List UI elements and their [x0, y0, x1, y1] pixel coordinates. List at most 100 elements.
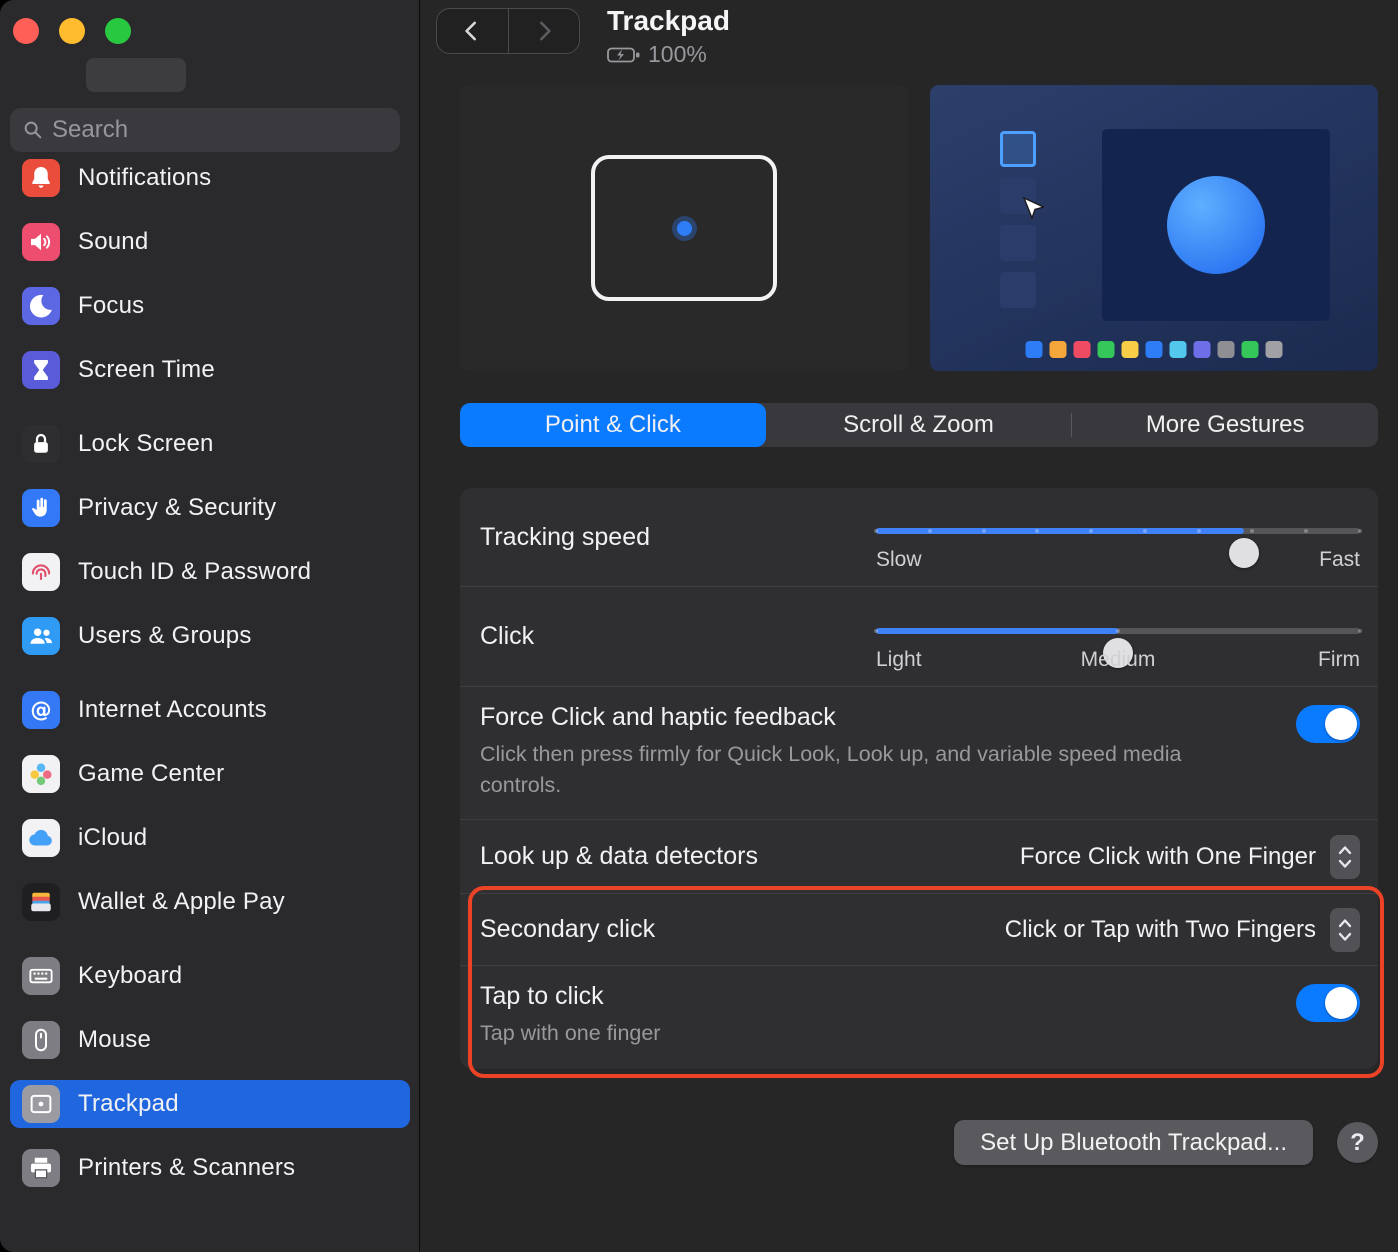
dock-app-dot — [1073, 341, 1091, 358]
svg-text:@: @ — [30, 698, 51, 723]
hand-icon — [22, 489, 60, 527]
tracking-speed-slider[interactable]: Slow Fast — [874, 506, 1362, 571]
chevron-up-down-icon — [1330, 907, 1360, 952]
sidebar-item-lock-screen[interactable]: Lock Screen — [10, 420, 410, 468]
touch-point-dot — [676, 220, 692, 236]
tab-scroll-zoom[interactable]: Scroll & Zoom — [766, 403, 1072, 447]
lock-icon — [22, 425, 60, 463]
trackpad-preview — [460, 85, 908, 371]
sidebar-item-label: iCloud — [78, 824, 148, 851]
battery-icon — [607, 47, 640, 62]
click-firmness-slider[interactable]: Light Medium Firm — [874, 606, 1362, 671]
sidebar-item-label: Touch ID & Password — [78, 558, 312, 585]
screen-content-panel — [1102, 129, 1330, 321]
look-up-row: Look up & data detectors Force Click wit… — [460, 819, 1378, 893]
dock-preview — [1025, 341, 1283, 358]
sidebar-item-label: Users & Groups — [78, 622, 252, 649]
zoom-window-button[interactable] — [105, 18, 131, 44]
toggle-knob — [1325, 708, 1357, 740]
sidebar-item-label: Keyboard — [78, 962, 183, 989]
gamecenter-icon — [22, 755, 60, 793]
click-firmness-row: Click Light Medium Firm — [460, 586, 1378, 686]
sidebar-groups: Notifications Sound Focus Screen Time Lock S… — [10, 154, 410, 1218]
sidebar-item-users-groups[interactable]: Users & Groups — [10, 612, 410, 660]
sidebar-item-label: Focus — [78, 292, 145, 319]
tap-to-click-row: Tap to click Tap with one finger — [460, 965, 1378, 1069]
search-field[interactable] — [10, 108, 400, 152]
dock-app-dot — [1049, 341, 1067, 358]
slider-tick — [1196, 529, 1201, 533]
force-click-description: Click then press firmly for Quick Look, … — [480, 742, 1182, 798]
sidebar-item-label: Trackpad — [78, 1090, 179, 1117]
sidebar-item-label: Privacy & Security — [78, 494, 277, 521]
sidebar-item-internet-accounts[interactable]: @ Internet Accounts — [10, 686, 410, 734]
dock-app-dot — [1265, 341, 1283, 358]
slider-min-label: Light — [876, 647, 922, 671]
slider-tick — [1358, 529, 1362, 533]
sidebar-item-printers-scanners[interactable]: Printers & Scanners — [10, 1144, 410, 1192]
look-up-popup[interactable]: Force Click with One Finger — [1019, 834, 1360, 879]
slider-max-label: Fast — [1319, 548, 1360, 571]
sidebar-item-icloud[interactable]: iCloud — [10, 814, 410, 862]
sidebar-item-label: Internet Accounts — [78, 696, 267, 723]
sidebar-item-wallet-apple-pay[interactable]: Wallet & Apple Pay — [10, 878, 410, 926]
slider-tick — [1358, 628, 1362, 633]
slider-track[interactable] — [874, 528, 1362, 568]
mouse-icon — [22, 1021, 60, 1059]
minimize-window-button[interactable] — [59, 18, 85, 44]
speaker-icon — [22, 223, 60, 261]
secondary-click-popup[interactable]: Click or Tap with Two Fingers — [1005, 907, 1360, 952]
look-up-value: Force Click with One Finger — [1019, 842, 1316, 870]
tap-to-click-toggle[interactable] — [1296, 984, 1360, 1023]
dock-app-dot — [1169, 341, 1187, 358]
sidebar-item-label: Wallet & Apple Pay — [78, 888, 285, 915]
chevron-left-icon — [465, 21, 477, 41]
sidebar-item-screen-time[interactable]: Screen Time — [10, 346, 410, 394]
tab-bar: Point & Click Scroll & Zoom More Gestures — [460, 403, 1378, 447]
setup-bluetooth-trackpad-button[interactable]: Set Up Bluetooth Trackpad... — [954, 1120, 1313, 1165]
printer-icon — [22, 1149, 60, 1187]
sidebar-item-touch-id-password[interactable]: Touch ID & Password — [10, 548, 410, 596]
page-header: Trackpad 100% — [607, 5, 730, 68]
footer-actions: Set Up Bluetooth Trackpad... ? — [460, 1120, 1378, 1165]
search-icon — [24, 121, 42, 139]
dock-app-dot — [1193, 341, 1211, 358]
click-label: Click — [480, 622, 535, 650]
forward-button[interactable] — [509, 9, 580, 53]
force-click-toggle[interactable] — [1296, 705, 1360, 743]
sidebar-item-sound[interactable]: Sound — [10, 218, 410, 266]
secondary-click-row: Secondary click Click or Tap with Two Fi… — [460, 893, 1378, 965]
sidebar-item-label: Screen Time — [78, 356, 215, 383]
tracking-speed-label: Tracking speed — [480, 522, 650, 551]
search-input[interactable] — [52, 116, 388, 144]
slider-thumb[interactable] — [1228, 538, 1259, 568]
tab-more-gestures[interactable]: More Gestures — [1072, 403, 1378, 447]
sidebar-item-game-center[interactable]: Game Center — [10, 750, 410, 798]
system-settings-window: Notifications Sound Focus Screen Time Lock S… — [0, 0, 1398, 1252]
force-click-label: Force Click and haptic feedback — [480, 703, 836, 731]
sidebar-item-focus[interactable]: Focus — [10, 282, 410, 330]
sidebar-item-mouse[interactable]: Mouse — [10, 1016, 410, 1064]
slider-tick — [874, 628, 878, 633]
sidebar-item-label: Notifications — [78, 164, 212, 191]
sidebar-item-privacy-security[interactable]: Privacy & Security — [10, 484, 410, 532]
sidebar-item-label: Lock Screen — [78, 430, 214, 457]
help-button[interactable]: ? — [1337, 1122, 1378, 1163]
sidebar-item-trackpad[interactable]: Trackpad — [10, 1080, 410, 1128]
dock-app-dot — [1217, 341, 1235, 358]
dock-app-dot — [1025, 341, 1043, 358]
tab-point-click[interactable]: Point & Click — [460, 403, 766, 447]
moon-icon — [22, 287, 60, 325]
slider-tick — [1142, 529, 1147, 533]
sidebar-item-notifications[interactable]: Notifications — [10, 154, 410, 202]
hourglass-icon — [22, 351, 60, 389]
slider-tick — [927, 529, 932, 533]
sidebar-item-keyboard[interactable]: Keyboard — [10, 952, 410, 1000]
back-button[interactable] — [437, 9, 509, 53]
cursor-icon — [1022, 197, 1044, 220]
user-name-redacted — [86, 58, 186, 92]
dock-app-dot — [1241, 341, 1259, 358]
slider-tick — [1116, 628, 1120, 633]
close-window-button[interactable] — [13, 18, 39, 44]
slider-track[interactable] — [874, 627, 1362, 668]
